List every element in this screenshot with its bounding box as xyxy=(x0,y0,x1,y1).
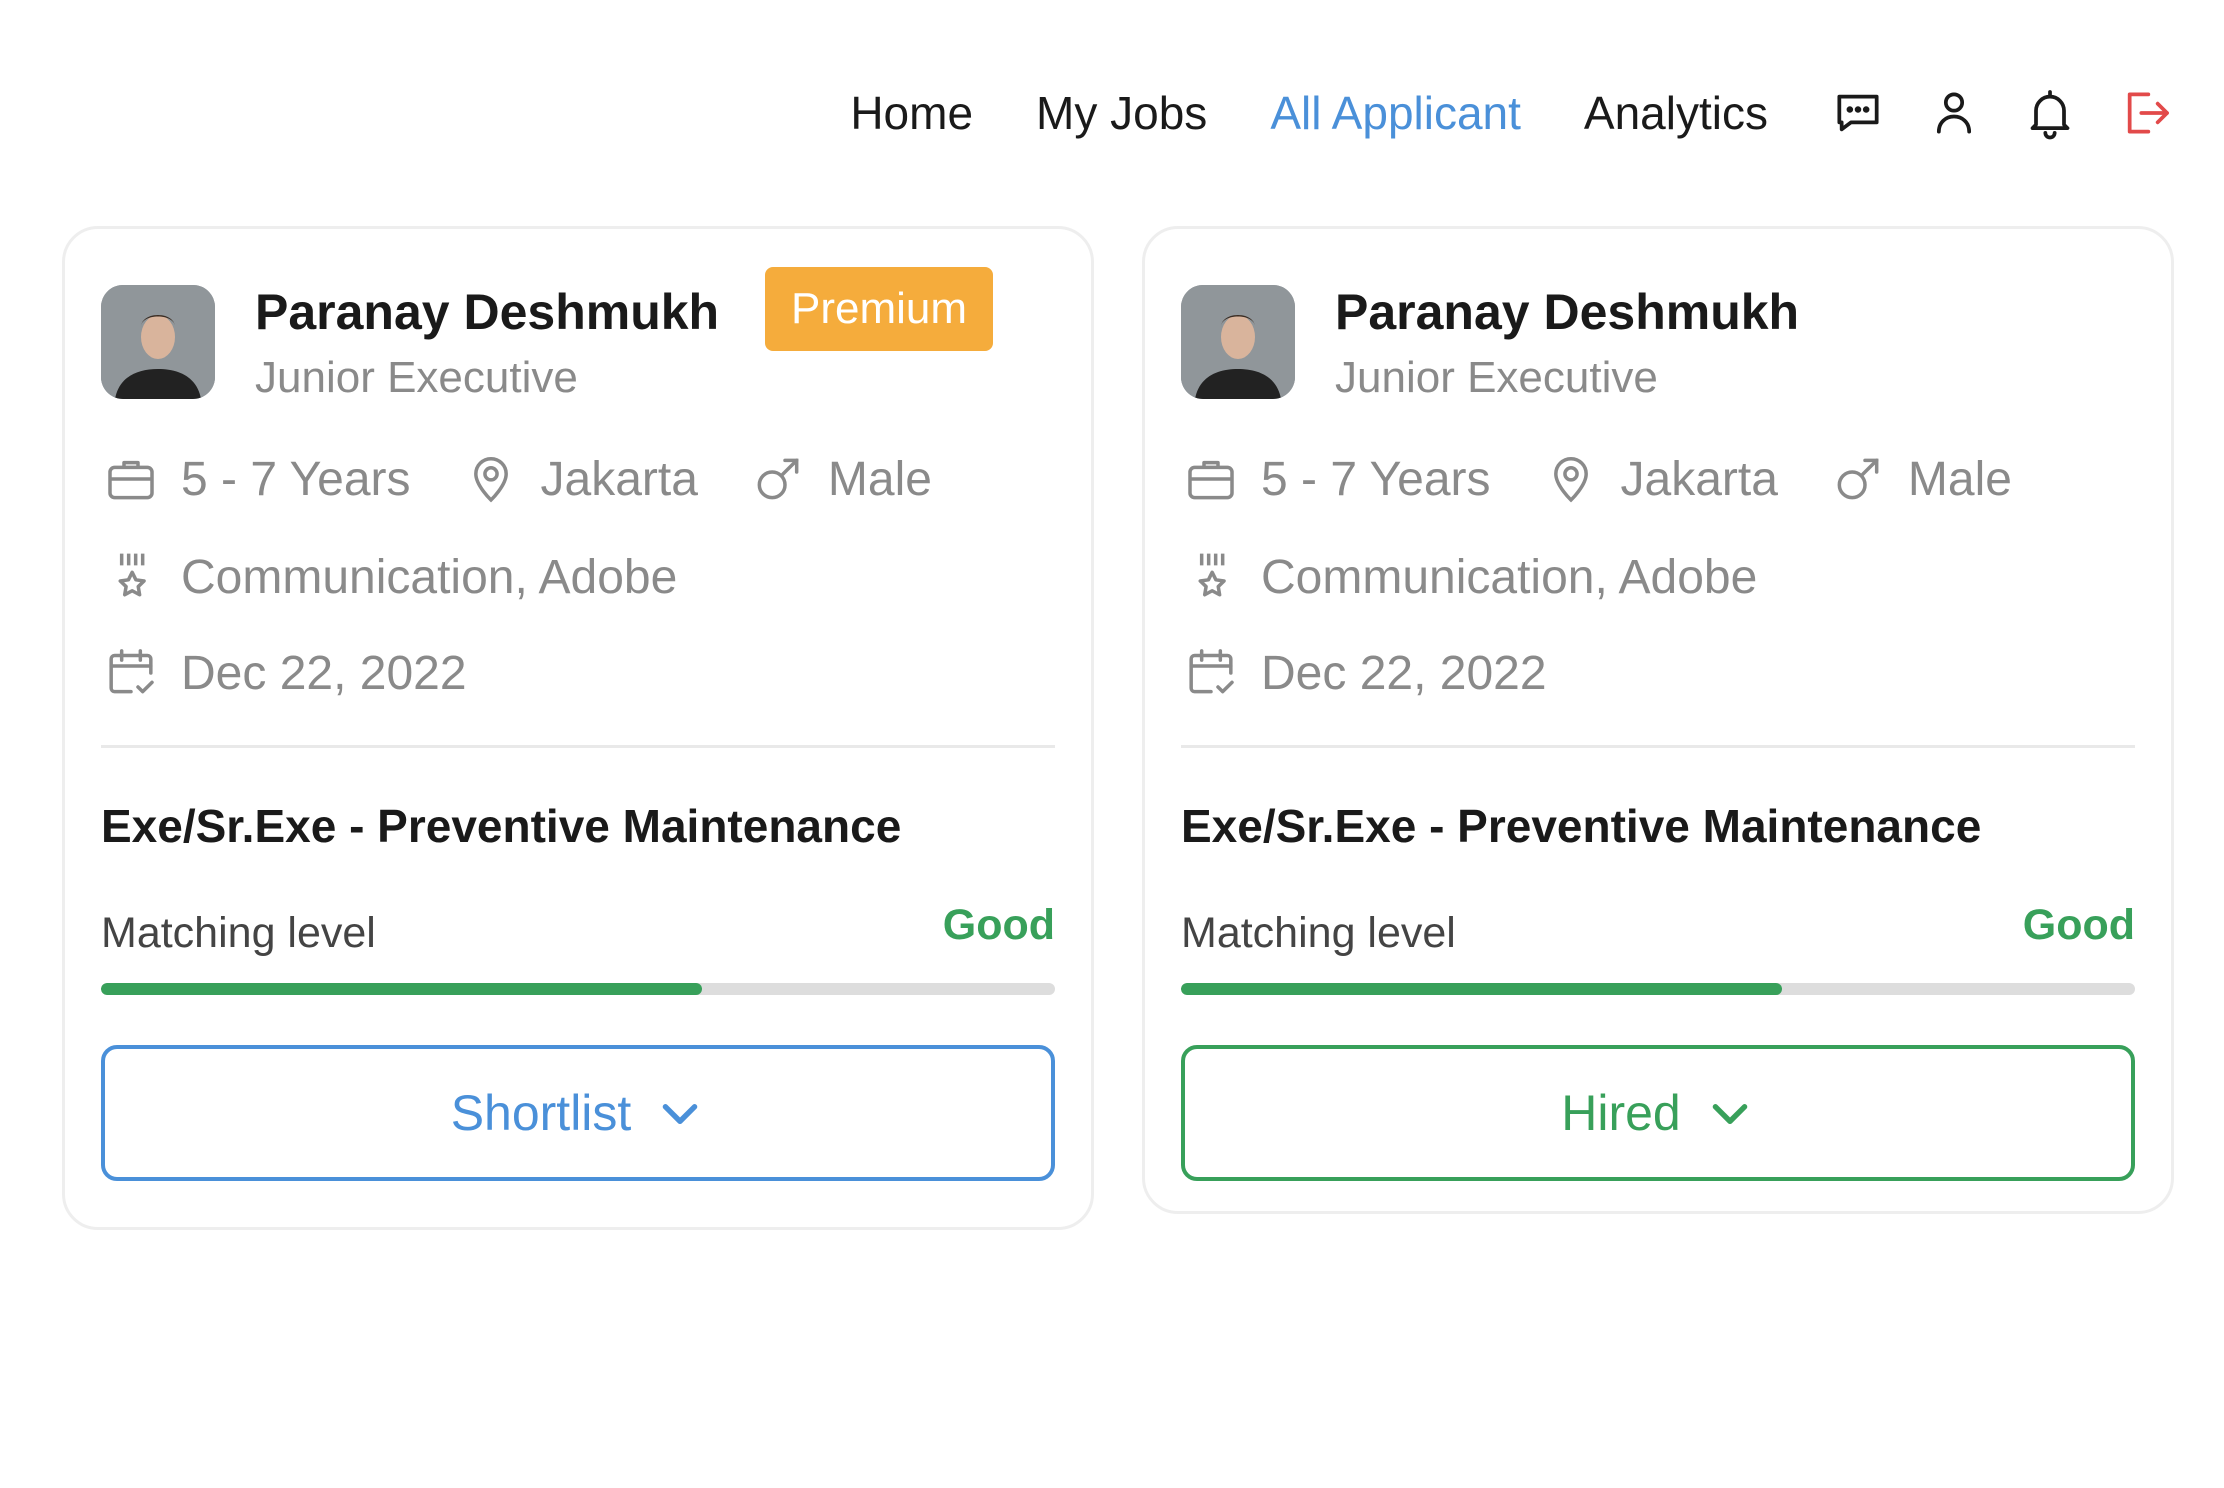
candidate-meta-row: 5 - 7 Years Jakarta Male xyxy=(1181,449,2012,509)
candidate-name: Paranay Deshmukh xyxy=(1335,284,1800,340)
bell-icon[interactable] xyxy=(2022,85,2078,141)
chevron-down-icon xyxy=(655,1088,705,1138)
gender-text: Male xyxy=(827,452,932,506)
nav-link-all-applicant[interactable]: All Applicant xyxy=(1270,86,1521,140)
medal-icon xyxy=(1181,547,1241,607)
status-dropdown-button[interactable]: Shortlist xyxy=(101,1045,1055,1181)
skills-row: Communication, Adobe xyxy=(101,547,677,607)
calendar-check-icon xyxy=(1181,643,1241,703)
applicant-card-list: Paranay Deshmukh Premium Junior Executiv… xyxy=(62,226,2174,1236)
date-row: Dec 22, 2022 xyxy=(1181,643,1547,703)
location-text: Jakarta xyxy=(1620,452,1778,506)
date-text: Dec 22, 2022 xyxy=(1261,646,1547,700)
nav-link-my-jobs[interactable]: My Jobs xyxy=(1036,86,1207,140)
briefcase-icon xyxy=(101,449,161,509)
chat-icon[interactable] xyxy=(1830,85,1886,141)
location-pin-icon xyxy=(1541,449,1601,509)
job-title: Exe/Sr.Exe - Preventive Maintenance xyxy=(101,800,902,852)
job-title: Exe/Sr.Exe - Preventive Maintenance xyxy=(1181,800,1982,852)
matching-level-fill xyxy=(101,983,703,995)
date-row: Dec 22, 2022 xyxy=(101,643,467,703)
candidate-role: Junior Executive xyxy=(255,353,578,402)
nav-link-home[interactable]: Home xyxy=(850,86,973,140)
experience-text: 5 - 7 Years xyxy=(1261,452,1491,506)
medal-icon xyxy=(101,547,161,607)
premium-badge: Premium xyxy=(765,267,994,351)
male-symbol-icon xyxy=(748,449,808,509)
matching-level-fill xyxy=(1181,983,1783,995)
male-symbol-icon xyxy=(1828,449,1888,509)
matching-level-value: Good xyxy=(942,901,1055,949)
divider xyxy=(1181,745,2135,748)
matching-level-label: Matching level xyxy=(1181,909,1456,957)
candidate-role: Junior Executive xyxy=(1335,353,1658,402)
matching-level-bar xyxy=(101,983,1055,995)
matching-level-value: Good xyxy=(2022,901,2135,949)
skills-row: Communication, Adobe xyxy=(1181,547,1757,607)
applicant-card[interactable]: Paranay Deshmukh Junior Executive 5 - 7 … xyxy=(1142,226,2174,1214)
briefcase-icon xyxy=(1181,449,1241,509)
matching-level-bar xyxy=(1181,983,2135,995)
chevron-down-icon xyxy=(1705,1088,1755,1138)
avatar xyxy=(101,285,215,399)
user-icon[interactable] xyxy=(1926,85,1982,141)
gender-text: Male xyxy=(1907,452,2012,506)
experience-text: 5 - 7 Years xyxy=(181,452,411,506)
matching-level-label: Matching level xyxy=(101,909,376,957)
date-text: Dec 22, 2022 xyxy=(181,646,467,700)
calendar-check-icon xyxy=(101,643,161,703)
logout-icon[interactable] xyxy=(2118,85,2174,141)
location-pin-icon xyxy=(461,449,521,509)
divider xyxy=(101,745,1055,748)
location-text: Jakarta xyxy=(540,452,698,506)
candidate-meta-row: 5 - 7 Years Jakarta Male xyxy=(101,449,932,509)
skills-text: Communication, Adobe xyxy=(1261,550,1758,604)
applicant-card[interactable]: Paranay Deshmukh Premium Junior Executiv… xyxy=(62,226,1094,1230)
skills-text: Communication, Adobe xyxy=(181,550,678,604)
status-label: Shortlist xyxy=(450,1085,632,1141)
top-navigation: Home My Jobs All Applicant Analytics xyxy=(740,70,2174,156)
avatar xyxy=(1181,285,1295,399)
status-label: Hired xyxy=(1561,1085,1681,1141)
nav-icon-group xyxy=(1830,85,2174,141)
candidate-name: Paranay Deshmukh xyxy=(255,284,720,340)
status-dropdown-button[interactable]: Hired xyxy=(1181,1045,2135,1181)
nav-link-analytics[interactable]: Analytics xyxy=(1584,86,1768,140)
